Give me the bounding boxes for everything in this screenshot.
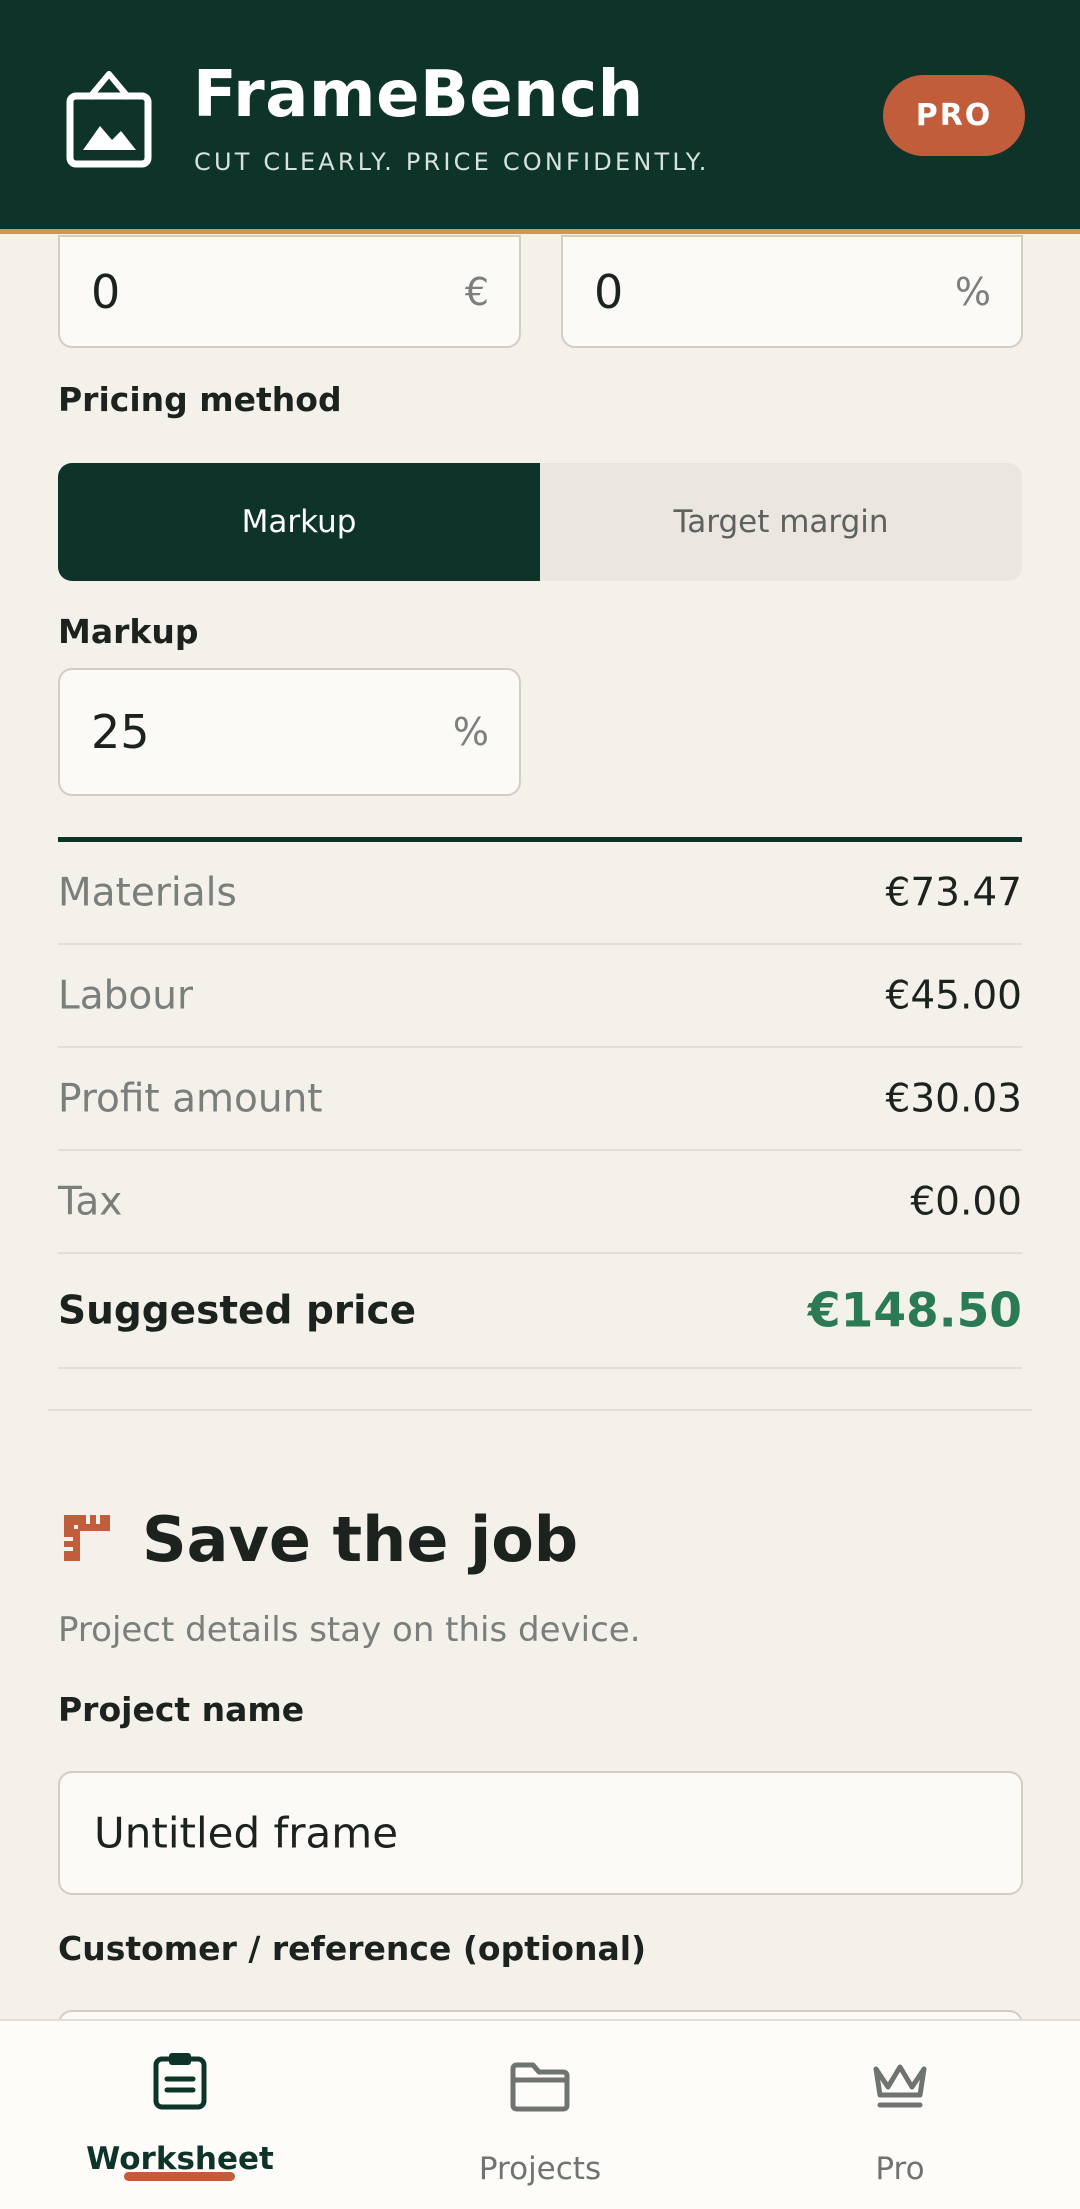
ruler-icon xyxy=(64,1515,110,1561)
clipboard-icon xyxy=(153,2053,207,2110)
suggested-price-label: Suggested price xyxy=(58,1288,417,1333)
summary-label: Profit amount xyxy=(58,1076,323,1121)
save-job-title: Save the job xyxy=(142,1503,579,1576)
tax-rate-value: 0 xyxy=(594,264,624,319)
pricing-method-label: Pricing method xyxy=(58,380,342,419)
summary-value: €45.00 xyxy=(885,973,1022,1018)
tax-rate-input[interactable]: 0 % xyxy=(561,235,1023,348)
summary-label: Tax xyxy=(58,1179,123,1224)
cost-input-value: 0 xyxy=(91,264,121,319)
project-name-input[interactable]: Untitled frame xyxy=(58,1771,1023,1895)
target-margin-option[interactable]: Target margin xyxy=(540,463,1022,581)
summary-label: Materials xyxy=(58,870,237,915)
project-name-value: Untitled frame xyxy=(94,1808,399,1858)
project-name-label: Project name xyxy=(58,1690,305,1729)
nav-pro[interactable]: Pro xyxy=(720,2021,1080,2209)
brand-tagline: CUT CLEARLY. PRICE CONFIDENTLY. xyxy=(194,148,710,176)
nav-label: Projects xyxy=(478,2151,602,2187)
summary-row-profit: Profit amount €30.03 xyxy=(58,1048,1022,1151)
summary-row-materials: Materials €73.47 xyxy=(58,842,1022,945)
brand-title: FrameBench xyxy=(193,58,644,132)
markup-label: Markup xyxy=(58,612,199,651)
suggested-price-value: €148.50 xyxy=(807,1283,1022,1338)
pro-badge[interactable]: PRO xyxy=(883,75,1025,156)
summary-row-labour: Labour €45.00 xyxy=(58,945,1022,1048)
frame-logo-icon xyxy=(66,71,152,168)
markup-input[interactable]: 25 % xyxy=(58,668,521,796)
summary-label: Labour xyxy=(58,973,193,1018)
pricing-method-toggle: Markup Target margin xyxy=(58,463,1022,581)
nav-projects[interactable]: Projects xyxy=(360,2021,720,2209)
markup-option[interactable]: Markup xyxy=(58,463,540,581)
app-header: FrameBench CUT CLEARLY. PRICE CONFIDENTL… xyxy=(0,0,1080,234)
save-job-subtitle: Project details stay on this device. xyxy=(58,1610,641,1650)
suggested-price-row: Suggested price €148.50 xyxy=(58,1254,1022,1369)
markup-percent-unit: % xyxy=(452,710,489,754)
crown-icon xyxy=(873,2064,927,2108)
markup-value: 25 xyxy=(91,705,150,759)
nav-label: Pro xyxy=(875,2151,925,2187)
euro-unit: € xyxy=(464,269,489,314)
cost-input[interactable]: 0 € xyxy=(58,235,521,348)
summary-value: €30.03 xyxy=(885,1076,1022,1121)
customer-reference-label: Customer / reference (optional) xyxy=(58,1929,647,1968)
section-divider xyxy=(48,1409,1032,1411)
summary-value: €0.00 xyxy=(910,1179,1022,1224)
percent-unit: % xyxy=(954,269,991,314)
summary-value: €73.47 xyxy=(885,870,1022,915)
active-tab-indicator xyxy=(124,2172,235,2181)
folder-icon xyxy=(510,2062,570,2112)
summary-row-tax: Tax €0.00 xyxy=(58,1151,1022,1254)
